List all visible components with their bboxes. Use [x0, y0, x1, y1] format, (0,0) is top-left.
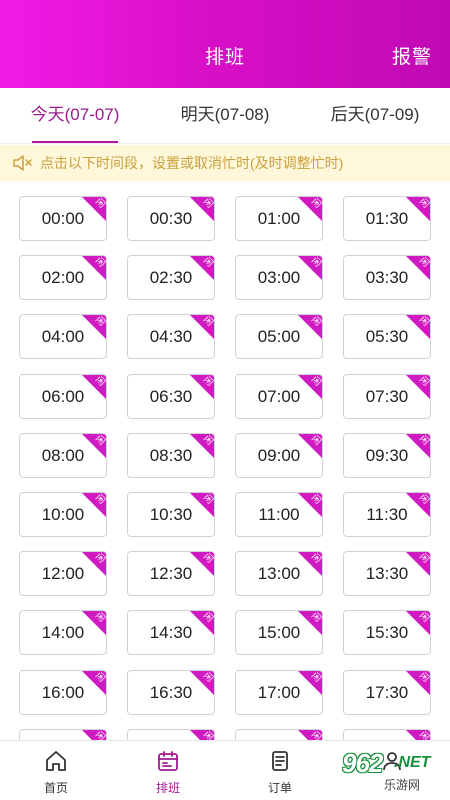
speaker-icon [13, 155, 32, 171]
time-slot[interactable]: 03:00 闲 [235, 255, 323, 301]
time-slot[interactable]: 08:00 闲 [19, 432, 107, 478]
time-slot[interactable]: 14:00 闲 [19, 610, 107, 656]
watermark-suffix: .NET [394, 754, 431, 771]
time-slot[interactable]: 14:30 闲 [127, 610, 215, 656]
watermark-site: 乐游网 [384, 778, 421, 792]
notice-text: 点击以下时间段，设置或取消忙时(及时调整忙时) [40, 155, 344, 171]
time-slot[interactable]: 11:00 闲 [235, 492, 323, 537]
tab-day-after[interactable]: 后天(07-09) [300, 88, 450, 144]
time-slot[interactable]: 04:30 闲 [127, 314, 215, 360]
time-slot[interactable]: 16:30 闲 [127, 669, 215, 715]
time-slot[interactable]: 09:30 闲 [343, 432, 431, 478]
time-slot[interactable]: 17:00 闲 [235, 669, 323, 715]
time-slot[interactable]: 闲 [235, 728, 323, 740]
time-slot[interactable]: 闲 [127, 728, 215, 740]
time-slot[interactable]: 00:30 闲 [127, 196, 215, 241]
time-slot[interactable]: 08:30 闲 [127, 432, 215, 478]
time-slot[interactable]: 12:30 闲 [127, 551, 215, 597]
time-slot[interactable]: 13:00 闲 [235, 551, 323, 597]
time-slot[interactable]: 01:30 闲 [343, 196, 431, 241]
time-slot[interactable]: 13:30 闲 [343, 551, 431, 597]
time-slot[interactable]: 05:30 闲 [343, 314, 431, 360]
time-slot[interactable]: 11:30 闲 [343, 492, 431, 537]
time-slot[interactable]: 03:30 闲 [343, 255, 431, 301]
watermark-number: 962 [342, 748, 383, 778]
time-slot[interactable]: 10:30 闲 [127, 492, 215, 537]
time-slot[interactable]: 15:00 闲 [235, 610, 323, 656]
time-slot[interactable]: 10:00 闲 [19, 492, 107, 537]
time-slot[interactable]: 06:00 闲 [19, 373, 107, 419]
page-title: 排班 [204, 47, 245, 68]
time-slot[interactable]: 02:00 闲 [19, 255, 107, 301]
time-slot[interactable]: 17:30 闲 [343, 669, 431, 715]
order-icon [272, 751, 288, 771]
nav-home[interactable]: 首页 [0, 741, 112, 800]
time-slot[interactable]: 07:30 闲 [343, 373, 431, 419]
time-slot[interactable]: 04:00 闲 [19, 314, 107, 360]
app-header: 排班 报警 [0, 0, 450, 88]
time-slot[interactable]: 09:00 闲 [235, 432, 323, 478]
watermark-logo: 962 .NET 乐游网 [308, 748, 444, 794]
time-slot[interactable]: 06:30 闲 [127, 373, 215, 419]
tab-today[interactable]: 今天(07-07) [0, 88, 150, 144]
tab-tomorrow[interactable]: 明天(07-08) [150, 88, 300, 144]
home-icon [46, 751, 66, 771]
notice-bar: 点击以下时间段，设置或取消忙时(及时调整忙时) [0, 145, 450, 181]
time-slot[interactable]: 15:30 闲 [343, 610, 431, 656]
active-tab-indicator [32, 141, 118, 143]
report-button[interactable]: 报警 [392, 42, 432, 69]
time-slot[interactable]: 00:00 闲 [19, 196, 107, 241]
date-tabs: 今天(07-07) 明天(07-08) 后天(07-09) [0, 88, 450, 144]
nav-schedule-label: 排班 [155, 781, 180, 795]
time-slot[interactable]: 闲 [343, 728, 431, 740]
calendar-icon [158, 751, 178, 771]
time-slot[interactable]: 16:00 闲 [19, 669, 107, 715]
time-slot[interactable]: 02:30 闲 [127, 255, 215, 301]
time-slot[interactable]: 12:00 闲 [19, 551, 107, 597]
time-slot-grid: 00:00 闲 00:30 闲 01:00 闲 01:30 闲 02:00 闲 02:30 闲 03:0… [19, 196, 433, 740]
time-slot[interactable]: 01:00 闲 [235, 196, 323, 241]
nav-home-label: 首页 [43, 781, 68, 795]
time-slot[interactable]: 闲 [19, 728, 107, 740]
time-slot[interactable]: 07:00 闲 [235, 373, 323, 419]
nav-schedule[interactable]: 排班 [112, 741, 224, 800]
time-slot[interactable]: 05:00 闲 [235, 314, 323, 360]
